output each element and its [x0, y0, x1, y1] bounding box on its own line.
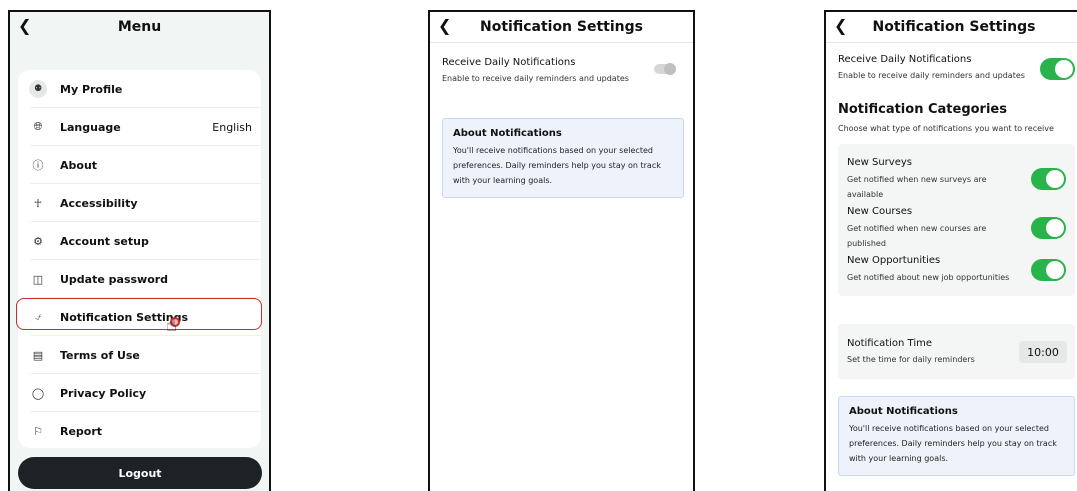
category-title: New Surveys [847, 157, 912, 168]
logout-button[interactable]: Logout [18, 457, 262, 489]
notification-settings-screen-on: ❮ Notification Settings Receive Daily No… [824, 10, 1077, 491]
menu-item-label: About [60, 158, 98, 172]
menu-item-accessibility[interactable]: ☥ Accessibility [18, 184, 261, 222]
menu-header: ❮ Menu [10, 12, 269, 42]
about-notifications-box: About Notifications You'll receive notif… [838, 396, 1075, 476]
globe-icon: 🌐︎ [33, 120, 43, 133]
daily-notifications-sub: Enable to receive daily reminders and up… [838, 71, 1025, 80]
category-title: New Courses [847, 206, 913, 217]
new-courses-toggle[interactable] [1031, 217, 1066, 239]
daily-notifications-sub: Enable to receive daily reminders and up… [442, 74, 629, 83]
document-icon: ▤ [32, 348, 44, 362]
back-icon[interactable]: ❮ [438, 16, 451, 35]
menu-list: ⚉ My Profile 🌐︎ Language English ⓘ About… [18, 70, 261, 448]
category-sub: Get notified when new courses are publis… [847, 224, 987, 248]
language-value: English [212, 120, 252, 134]
menu-item-about[interactable]: ⓘ About [18, 146, 261, 184]
category-sub: Get notified when new surveys are availa… [847, 175, 987, 199]
back-icon[interactable]: ❮ [18, 16, 31, 35]
menu-title: Menu [117, 19, 162, 35]
back-icon[interactable]: ❮ [834, 16, 847, 35]
categories-sub: Choose what type of notifications you wa… [838, 124, 1054, 133]
menu-item-label: Language [60, 120, 121, 134]
menu-item-language[interactable]: 🌐︎ Language English [18, 108, 261, 146]
time-picker[interactable]: 10:00 [1019, 341, 1067, 363]
menu-item-update-password[interactable]: ◫ Update password [18, 260, 261, 298]
menu-item-label: Privacy Policy [60, 386, 147, 400]
notification-settings-screen-off: ❮ Notification Settings Receive Daily No… [428, 10, 695, 491]
about-body: You'll receive notifications based on yo… [453, 146, 661, 185]
menu-item-report[interactable]: ⚐ Report [18, 412, 261, 450]
settings-header: ❮ Notification Settings [826, 12, 1077, 42]
categories-title: Notification Categories [838, 102, 1007, 117]
time-title: Notification Time [847, 338, 933, 349]
menu-item-label: My Profile [60, 82, 123, 96]
menu-item-label: Update password [60, 272, 169, 286]
selection-highlight [16, 298, 262, 330]
about-title: About Notifications [849, 406, 958, 417]
info-icon: ⓘ [32, 159, 44, 172]
new-opportunities-toggle[interactable] [1031, 259, 1066, 281]
time-sub: Set the time for daily reminders [847, 355, 975, 364]
categories-box: New Surveys Get notified when new survey… [838, 144, 1075, 296]
menu-item-label: Accessibility [60, 196, 138, 210]
category-sub: Get notified about new job opportunities [847, 273, 1010, 282]
menu-item-terms-of-use[interactable]: ▤ Terms of Use [18, 336, 261, 374]
menu-item-account-setup[interactable]: ⚙ Account setup [18, 222, 261, 260]
daily-notifications-title: Receive Daily Notifications [442, 57, 576, 68]
daily-notifications-title: Receive Daily Notifications [838, 54, 972, 65]
hand-cursor-icon: ☝ [166, 315, 177, 336]
new-surveys-toggle[interactable] [1031, 168, 1066, 190]
flag-icon: ⚐ [33, 424, 43, 438]
gear-icon: ⚙ [33, 234, 43, 248]
lock-icon: ◫ [32, 272, 44, 286]
menu-item-privacy-policy[interactable]: ◯ Privacy Policy [18, 374, 261, 412]
menu-item-label: Terms of Use [60, 348, 140, 362]
settings-header: ❮ Notification Settings [430, 12, 693, 42]
about-notifications-box: About Notifications You'll receive notif… [442, 118, 684, 198]
page-title: Notification Settings [872, 19, 1036, 35]
menu-item-label: Account setup [60, 234, 149, 248]
accessibility-icon: ☥ [33, 196, 43, 210]
notification-time-box: Notification Time Set the time for daily… [838, 324, 1075, 379]
menu-screen: ❮ Menu ⚉ My Profile 🌐︎ Language English … [8, 10, 271, 491]
menu-item-label: Report [60, 424, 103, 438]
category-title: New Opportunities [847, 255, 941, 266]
page-title: Notification Settings [480, 19, 643, 35]
about-body: You'll receive notifications based on yo… [849, 424, 1057, 463]
menu-item-my-profile[interactable]: ⚉ My Profile [18, 70, 261, 108]
shield-icon: ◯ [31, 386, 45, 400]
daily-notifications-toggle[interactable] [1040, 58, 1075, 80]
about-title: About Notifications [453, 128, 562, 139]
daily-notifications-toggle[interactable] [654, 63, 676, 75]
user-icon: ⚉ [29, 80, 47, 98]
